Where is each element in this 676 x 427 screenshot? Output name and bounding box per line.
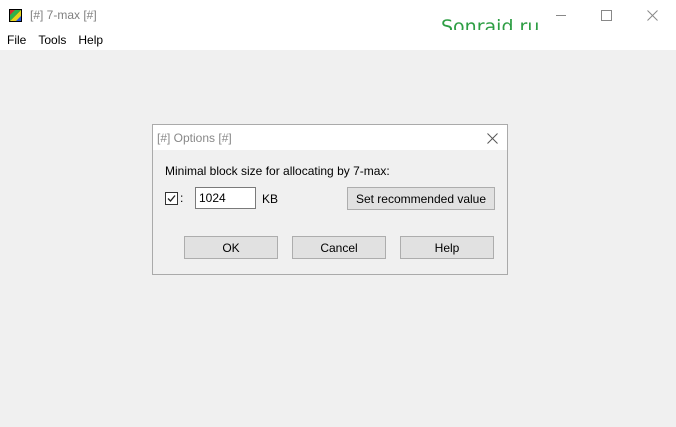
dialog-title-bar: [#] Options [#] bbox=[153, 125, 507, 150]
cancel-button[interactable]: Cancel bbox=[292, 236, 386, 259]
block-size-label: Minimal block size for allocating by 7-m… bbox=[165, 164, 390, 178]
close-icon bbox=[646, 9, 658, 21]
ok-button[interactable]: OK bbox=[184, 236, 278, 259]
minimize-icon bbox=[556, 14, 566, 16]
minimize-button[interactable] bbox=[538, 0, 584, 30]
dialog-close-icon[interactable] bbox=[483, 129, 501, 147]
enable-checkbox[interactable] bbox=[165, 192, 178, 205]
block-size-input[interactable] bbox=[195, 187, 256, 209]
help-button[interactable]: Help bbox=[400, 236, 494, 259]
menu-file[interactable]: File bbox=[1, 30, 32, 50]
app-icon[interactable] bbox=[9, 9, 22, 22]
unit-label: KB bbox=[262, 192, 279, 206]
main-title-bar: [#] 7-max [#] Sonraid.ru bbox=[0, 0, 676, 38]
menu-bar: File Tools Help bbox=[0, 30, 676, 50]
checkmark-icon bbox=[167, 195, 176, 202]
maximize-button[interactable] bbox=[583, 0, 629, 30]
menu-tools[interactable]: Tools bbox=[32, 30, 72, 50]
window-title: [#] 7-max [#] bbox=[30, 8, 97, 22]
set-recommended-button[interactable]: Set recommended value bbox=[347, 187, 495, 210]
options-dialog: [#] Options [#] Minimal block size for a… bbox=[152, 124, 508, 275]
maximize-icon bbox=[600, 9, 612, 21]
menu-help[interactable]: Help bbox=[72, 30, 109, 50]
checkbox-suffix: : bbox=[180, 191, 184, 205]
dialog-title: [#] Options [#] bbox=[157, 131, 232, 145]
close-button[interactable] bbox=[629, 0, 675, 30]
